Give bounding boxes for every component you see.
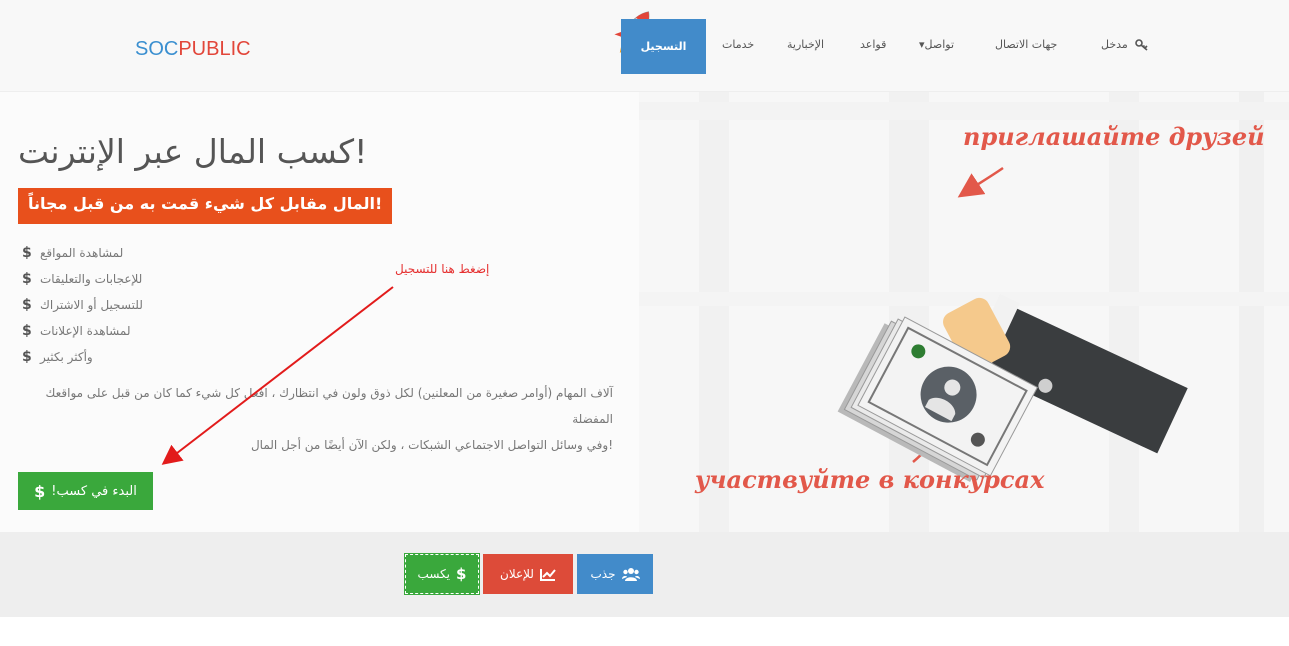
benefits-list: $ لمشاهدة المواقع $ للإعجابات والتعليقات $…	[22, 240, 143, 370]
nav-register-button[interactable]: التسجيل	[621, 19, 706, 74]
tab-attract[interactable]: جذب	[577, 554, 653, 594]
login-label: مدخل	[1101, 38, 1128, 51]
nav-social-dropdown[interactable]: ▾تواصل	[919, 38, 954, 51]
dollar-icon: $	[22, 245, 32, 261]
benefit-item: $ لمشاهدة المواقع	[22, 245, 124, 261]
tab-advertise[interactable]: للإعلان	[483, 554, 573, 594]
invite-friends-caption: приглашайте друзей	[963, 122, 1265, 151]
nav-news[interactable]: الإخبارية	[787, 38, 824, 51]
benefit-item: $ وأكثر بكثير	[22, 349, 93, 365]
nav-contacts[interactable]: جهات الاتصال	[995, 38, 1057, 51]
tab-earn-label: يكسب	[417, 567, 451, 581]
dollar-icon: $	[22, 271, 32, 287]
hero-section: !كسب المال عبر الإنترنت !المال مقابل كل …	[0, 92, 1289, 532]
nav-services[interactable]: خدمات	[722, 38, 754, 51]
page: SOCPUBLIC التسجيل خدمات الإخبارية قواعد …	[0, 0, 1289, 646]
dollar-icon: $	[22, 323, 32, 339]
tabs-section: يكسب $ للإعلان جذب	[0, 532, 1289, 617]
nav-social-label: تواصل	[924, 38, 955, 51]
benefit-item: $ للتسجيل أو الاشتراك	[22, 297, 143, 313]
register-annotation: إضغط هنا للتسجيل	[395, 262, 490, 276]
site-logo[interactable]: SOCPUBLIC	[135, 38, 251, 61]
dollar-icon: $	[22, 349, 32, 365]
dollar-icon: $	[22, 297, 32, 313]
dollar-icon: $	[456, 565, 467, 583]
start-earning-button[interactable]: $ !البدء في كسب	[18, 472, 153, 510]
hero-description: آلاف المهام (أوامر صغيرة من المعلنين) لك…	[45, 386, 613, 452]
contests-caption: участвуйте в конкурсах	[695, 465, 1045, 494]
top-navbar: SOCPUBLIC التسجيل خدمات الإخبارية قواعد …	[0, 0, 1289, 92]
tab-earn[interactable]: يكسب $	[404, 553, 480, 595]
chart-line-icon	[539, 568, 556, 581]
dollar-icon: $	[34, 481, 46, 501]
nav-rules[interactable]: قواعد	[860, 38, 886, 51]
tab-attract-label: جذب	[590, 567, 616, 581]
nav-login[interactable]: مدخل	[1101, 38, 1149, 51]
hero-banner: !المال مقابل كل شيء قمت به من قبل مجاناً	[18, 188, 393, 224]
users-icon	[621, 568, 640, 581]
hero-title: !كسب المال عبر الإنترنت	[18, 132, 368, 171]
tab-advertise-label: للإعلان	[500, 567, 534, 581]
benefit-item: $ للإعجابات والتعليقات	[22, 271, 143, 287]
benefit-item: $ لمشاهدة الإعلانات	[22, 323, 131, 339]
tabs-footer	[0, 617, 1289, 646]
key-icon	[1135, 39, 1148, 51]
